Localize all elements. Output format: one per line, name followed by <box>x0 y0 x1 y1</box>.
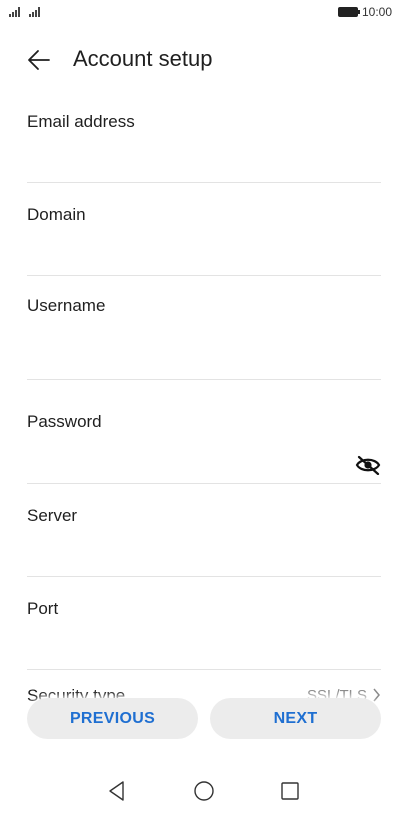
arrow-left-icon[interactable] <box>27 49 51 71</box>
next-button[interactable]: NEXT <box>210 698 381 739</box>
server-input[interactable] <box>27 550 341 570</box>
status-bar: 10:00 <box>0 0 408 28</box>
signal-icon <box>9 7 20 17</box>
server-label: Server <box>27 506 78 525</box>
signal-group <box>9 7 40 17</box>
previous-button[interactable]: PREVIOUS <box>27 698 198 739</box>
username-input[interactable] <box>27 353 341 373</box>
recents-square-icon[interactable] <box>279 780 301 802</box>
back-triangle-icon[interactable] <box>106 780 128 802</box>
navigation-bar <box>0 776 408 806</box>
username-field[interactable]: Username <box>27 276 381 380</box>
password-label: Password <box>27 412 102 431</box>
domain-field[interactable]: Domain <box>27 183 381 276</box>
email-label: Email address <box>27 112 135 131</box>
signal-icon <box>29 7 40 17</box>
status-right: 10:00 <box>337 5 392 19</box>
port-label: Port <box>27 599 59 618</box>
username-label: Username <box>27 296 106 315</box>
password-field[interactable]: Password <box>27 380 381 484</box>
domain-label: Domain <box>27 205 86 224</box>
header: Account setup <box>0 40 408 80</box>
password-input[interactable] <box>27 457 341 477</box>
server-field[interactable]: Server <box>27 484 381 577</box>
account-form: Email address Domain Username Password S… <box>27 100 381 670</box>
port-input[interactable] <box>27 643 341 663</box>
domain-input[interactable] <box>27 249 341 269</box>
bottom-buttons: PREVIOUS NEXT <box>27 698 381 739</box>
port-field[interactable]: Port <box>27 577 381 670</box>
home-circle-icon[interactable] <box>193 780 215 802</box>
email-field[interactable]: Email address <box>27 100 381 183</box>
eye-off-icon[interactable] <box>355 455 381 475</box>
battery-icon <box>337 7 360 17</box>
status-time: 10:00 <box>361 5 392 19</box>
page-title: Account setup <box>73 46 213 71</box>
email-input[interactable] <box>27 156 341 176</box>
